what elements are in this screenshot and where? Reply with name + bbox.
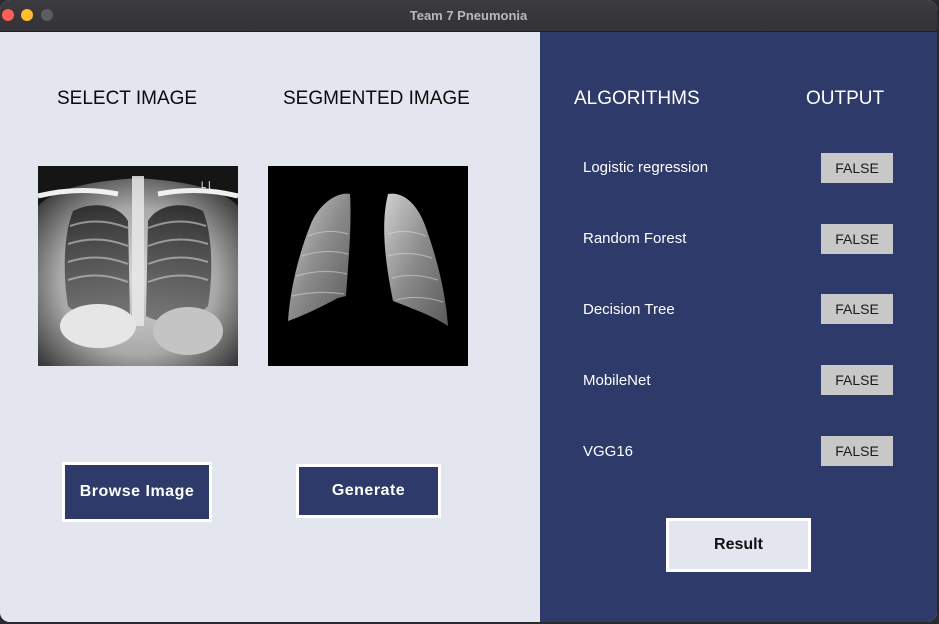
algorithm-label: MobileNet	[583, 372, 651, 389]
algorithm-label: Random Forest	[583, 230, 687, 247]
xray-side-marker: L ⌊	[201, 180, 212, 190]
select-image-heading: SELECT IMAGE	[57, 88, 198, 109]
segmented-image-heading: SEGMENTED IMAGE	[283, 88, 470, 109]
window-title: Team 7 Pneumonia	[409, 8, 528, 23]
algorithm-output: FALSE	[821, 153, 893, 183]
results-panel: ALGORITHMS OUTPUT Logistic regression FA…	[540, 32, 937, 622]
result-button[interactable]: Result	[666, 518, 811, 572]
algorithm-label: VGG16	[583, 443, 634, 460]
algorithm-output: FALSE	[821, 224, 893, 254]
title-bar: Team 7 Pneumonia	[0, 0, 937, 32]
browse-image-button[interactable]: Browse Image	[62, 462, 212, 522]
segmented-lung-image	[268, 166, 468, 366]
algorithm-output: FALSE	[821, 294, 893, 324]
algorithm-output: FALSE	[821, 365, 893, 395]
app-window: Team 7 Pneumonia SELECT IMAGE SEGMENTED …	[0, 0, 937, 622]
algorithm-label: Decision Tree	[583, 301, 675, 318]
algorithm-label: Logistic regression	[583, 159, 709, 176]
algorithm-output: FALSE	[821, 436, 893, 466]
selected-xray-image: L ⌊	[37, 166, 239, 366]
generate-button[interactable]: Generate	[296, 464, 441, 518]
algorithms-heading: ALGORITHMS	[574, 88, 700, 109]
output-heading: OUTPUT	[806, 88, 885, 109]
image-panel: SELECT IMAGE SEGMENTED IMAGE L ⌊ Browse …	[0, 32, 540, 622]
